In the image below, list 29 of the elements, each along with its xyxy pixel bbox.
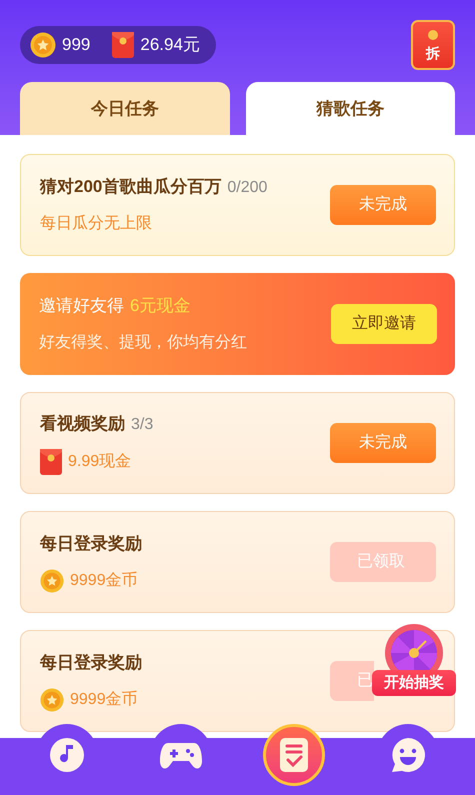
- task-subtitle: 好友得奖、提现，你均有分红: [39, 332, 247, 353]
- task-action-button[interactable]: 未完成: [330, 423, 436, 463]
- task-subtitle: 9999金币: [70, 570, 138, 591]
- task-title: 每日登录奖励: [40, 533, 142, 556]
- coin-icon: [40, 688, 64, 712]
- tab[interactable]: 猜歌任务: [246, 82, 455, 135]
- checklist-icon: [280, 738, 308, 772]
- task-action-button[interactable]: 立即邀请: [331, 304, 437, 344]
- lottery-widget[interactable]: 开始抽奖: [372, 623, 456, 699]
- envelope-button[interactable]: 拆: [411, 20, 455, 70]
- task-action-button[interactable]: 未完成: [330, 185, 436, 225]
- task-title: 邀请好友得: [39, 295, 124, 318]
- coin-icon: [40, 568, 64, 593]
- task-title: 看视频奖励: [40, 413, 125, 435]
- reward-amount: 6元现金: [130, 295, 190, 318]
- task-title: 猜对200首歌曲瓜分百万: [40, 176, 222, 198]
- envelope-icon: [40, 449, 62, 475]
- coin-icon: [30, 32, 56, 58]
- tab[interactable]: 今日任务: [20, 82, 230, 135]
- task-subtitle: 9999金币: [70, 690, 138, 710]
- task-subtitle: 每日瓜分无上限: [40, 214, 152, 234]
- music-note-icon: [48, 737, 85, 773]
- cash-balance: 26.94元: [140, 34, 200, 56]
- envelope-icon: [112, 32, 134, 58]
- smiley-chat-icon: [390, 737, 426, 773]
- lottery-label: 开始抽奖: [372, 670, 456, 696]
- task-title: 每日登录奖励: [40, 652, 142, 674]
- task-subtitle: 9.99现金: [68, 452, 132, 472]
- coin-balance: 999: [62, 34, 90, 56]
